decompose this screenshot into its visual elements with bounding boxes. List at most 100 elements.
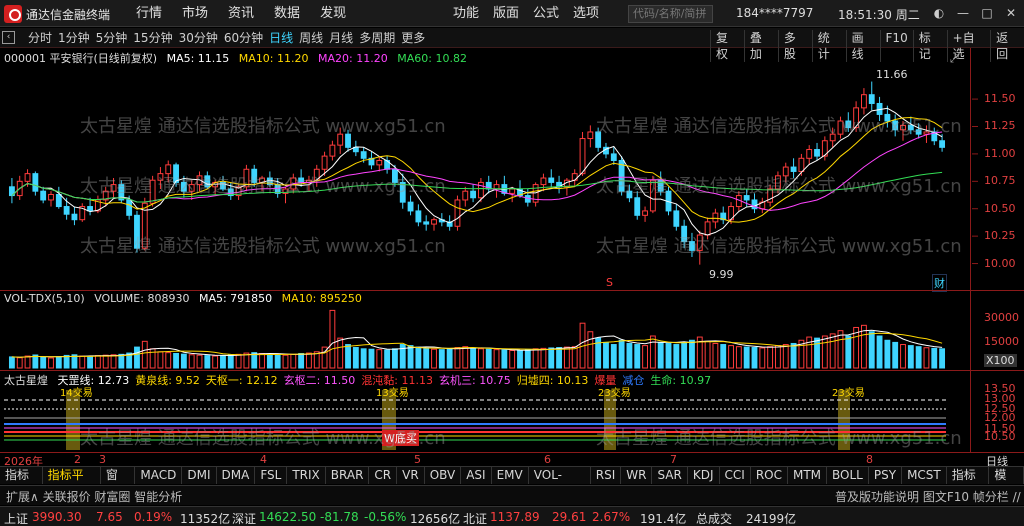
candle[interactable]	[329, 144, 336, 157]
indicator-tab[interactable]: SAR	[652, 467, 688, 484]
candle[interactable]	[251, 168, 258, 183]
indicator-tab[interactable]: 指标B	[947, 467, 990, 499]
expand-links[interactable]: 扩展∧ 关联报价 财富圈 智能分析	[6, 488, 182, 505]
candle[interactable]	[915, 129, 922, 135]
candle[interactable]	[743, 195, 750, 201]
indicator-tab[interactable]: KDJ	[688, 467, 720, 484]
candle[interactable]	[704, 221, 711, 236]
candle[interactable]	[63, 206, 70, 215]
indicator-tab[interactable]: BRAR	[326, 467, 370, 484]
close-icon[interactable]: ✕	[1002, 4, 1020, 22]
candle[interactable]	[712, 212, 719, 223]
candle[interactable]	[610, 153, 617, 161]
candle[interactable]	[337, 133, 344, 146]
candle[interactable]	[454, 199, 461, 227]
candle[interactable]	[548, 177, 555, 183]
candle[interactable]	[868, 94, 875, 104]
candle[interactable]	[392, 168, 398, 183]
volume-panel[interactable]: VOL-TDX(5,10) VOLUME: 808930 MA5: 791850…	[0, 290, 1024, 370]
candle[interactable]	[673, 210, 680, 227]
candle[interactable]	[110, 184, 117, 192]
indicator-tab[interactable]: WR	[621, 467, 653, 484]
maximize-icon[interactable]: □	[978, 4, 996, 22]
candle[interactable]	[149, 179, 156, 204]
candle[interactable]	[657, 179, 664, 192]
candle[interactable]	[376, 159, 383, 166]
indicator-tab[interactable]: RSI	[591, 467, 622, 484]
candle[interactable]	[861, 94, 867, 109]
period-tab[interactable]: 30分钟	[179, 30, 218, 46]
indicator-tab[interactable]: CCI	[720, 467, 751, 484]
bz-label[interactable]: 北证	[463, 510, 487, 526]
candle[interactable]	[829, 133, 836, 142]
candle[interactable]	[87, 206, 93, 212]
candle[interactable]	[32, 173, 39, 192]
price-panel[interactable]: 000001 平安银行(日线前复权) MA5: 11.15 MA10: 11.2…	[0, 48, 1024, 292]
candle[interactable]	[845, 120, 852, 129]
indicator-tab[interactable]: 指标A	[0, 467, 43, 499]
panel-close-icon[interactable]: ⤢	[950, 52, 959, 66]
indicator-panel[interactable]: 太古星煌 天罡线: 12.73 黄泉线: 9.52 天枢一: 12.12 玄枢二: 1…	[0, 370, 1024, 452]
period-tab[interactable]: 日线	[269, 30, 293, 46]
candle[interactable]	[681, 225, 688, 243]
indicator-tab[interactable]: TRIX	[287, 467, 326, 484]
candle[interactable]	[399, 181, 406, 203]
candle[interactable]	[626, 190, 633, 199]
candle[interactable]	[939, 140, 946, 148]
candle[interactable]	[204, 175, 211, 188]
user-account[interactable]: 184****7797	[736, 6, 813, 20]
menu-options[interactable]: 选项	[573, 4, 599, 24]
candle[interactable]	[24, 173, 31, 182]
indicator-tab[interactable]: DMA	[217, 467, 256, 484]
menu-data[interactable]: 数据	[274, 4, 300, 24]
candle[interactable]	[360, 151, 367, 159]
indicator-tab[interactable]: ROC	[751, 467, 788, 484]
candle[interactable]	[180, 181, 187, 192]
indicator-tab[interactable]: VR	[397, 467, 425, 484]
menu-function[interactable]: 功能	[453, 4, 479, 24]
candle[interactable]	[798, 157, 805, 172]
indicator-tab[interactable]: 指标平台	[43, 467, 101, 499]
sz-label[interactable]: 深证	[232, 510, 256, 526]
candle[interactable]	[806, 149, 813, 159]
period-tab[interactable]: 5分钟	[96, 30, 128, 46]
menu-discover[interactable]: 发现	[320, 4, 346, 24]
indicator-tab[interactable]: OBV	[425, 467, 462, 484]
candle[interactable]	[509, 188, 516, 194]
period-tab[interactable]: 月线	[329, 30, 353, 46]
candle[interactable]	[321, 155, 328, 170]
menu-quotes[interactable]: 行情	[136, 4, 162, 24]
candle[interactable]	[55, 193, 62, 208]
candlestick-chart[interactable]	[0, 48, 1024, 290]
back-icon[interactable]: ‹	[2, 31, 15, 44]
candle[interactable]	[477, 181, 484, 199]
candle[interactable]	[579, 138, 586, 175]
menu-layout[interactable]: 版面	[493, 4, 519, 24]
indicator-tab[interactable]: BOLL	[827, 467, 869, 484]
candle[interactable]	[814, 149, 820, 157]
indicator-tab[interactable]: ASI	[461, 467, 492, 484]
indicator-tab[interactable]: 模板	[989, 467, 1024, 499]
period-tab[interactable]: 周线	[299, 30, 323, 46]
period-tab[interactable]: 多周期	[359, 30, 395, 46]
candle[interactable]	[782, 166, 789, 177]
candle[interactable]	[689, 241, 695, 251]
candle[interactable]	[587, 131, 594, 140]
help-links[interactable]: 普及版功能说明 图文F10 帧分栏 //	[835, 488, 1021, 505]
candle[interactable]	[696, 234, 703, 251]
period-tab[interactable]: 60分钟	[224, 30, 263, 46]
candle[interactable]	[157, 173, 164, 181]
indicator-tab[interactable]: PSY	[869, 467, 903, 484]
candle[interactable]	[423, 221, 430, 225]
menu-market[interactable]: 市场	[182, 4, 208, 24]
indicator-tab[interactable]: MCST	[902, 467, 947, 484]
candle[interactable]	[775, 175, 781, 190]
candle[interactable]	[40, 190, 47, 201]
candle[interactable]	[540, 177, 547, 186]
candle[interactable]	[462, 190, 469, 201]
skin-icon[interactable]: ◐	[930, 4, 948, 22]
candle[interactable]	[345, 133, 351, 148]
menu-news[interactable]: 资讯	[228, 4, 254, 24]
candle[interactable]	[126, 199, 133, 216]
candle[interactable]	[431, 219, 437, 225]
